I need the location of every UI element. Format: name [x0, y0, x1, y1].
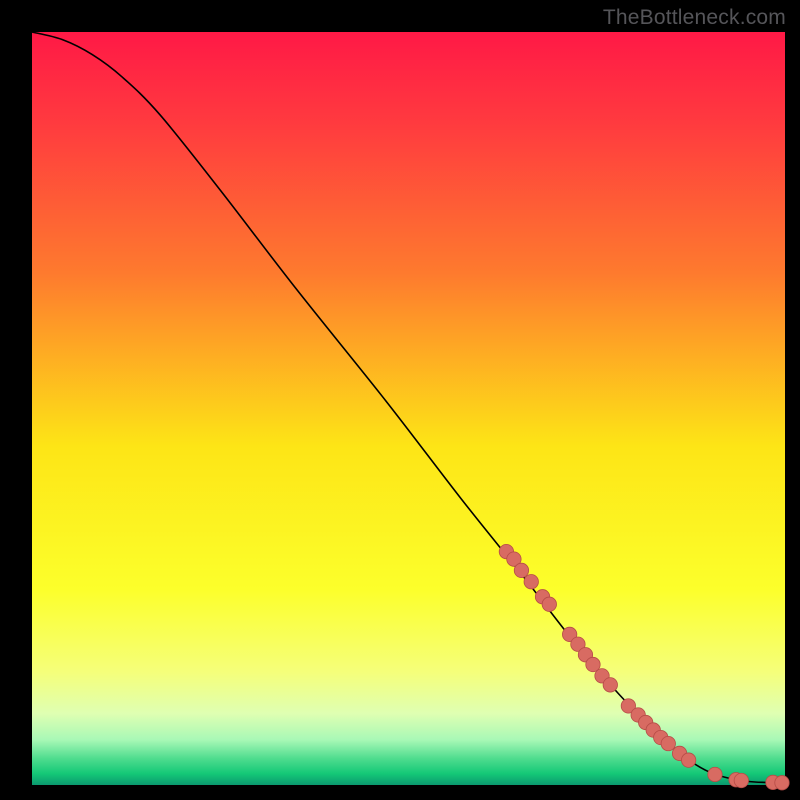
- watermark-text: TheBottleneck.com: [603, 6, 786, 30]
- gradient-background: [32, 32, 785, 785]
- data-marker: [734, 773, 748, 787]
- data-marker: [542, 597, 556, 611]
- data-marker: [514, 563, 528, 577]
- chart-frame: TheBottleneck.com: [0, 0, 800, 800]
- chart-svg: [32, 32, 785, 785]
- data-marker: [775, 776, 789, 790]
- plot-area: [32, 32, 785, 785]
- data-marker: [708, 767, 722, 781]
- data-marker: [524, 574, 538, 588]
- data-marker: [603, 678, 617, 692]
- data-marker: [681, 753, 695, 767]
- data-marker: [661, 736, 675, 750]
